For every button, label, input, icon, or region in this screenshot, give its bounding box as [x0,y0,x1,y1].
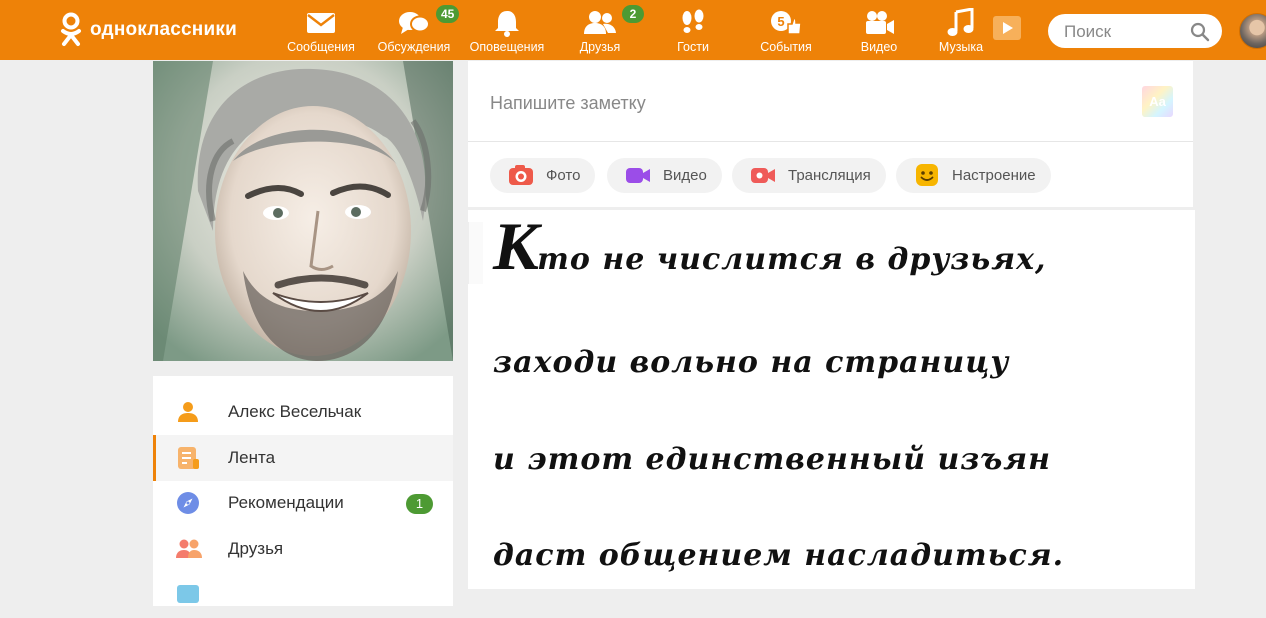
play-video-icon[interactable] [990,13,1024,43]
site-logo[interactable]: одноклассники [60,12,237,48]
nav-events[interactable]: 5 События [740,0,832,60]
speech-bubbles-icon [397,8,431,38]
nav-messages-label: Сообщения [287,40,355,54]
font-style-button[interactable]: Aa [1142,86,1173,117]
search-icon[interactable] [1190,22,1210,42]
nav-notifications-label: Оповещения [469,40,545,54]
nav-discussions-label: Обсуждения [377,40,451,54]
stream-button-label: Трансляция [788,167,871,184]
composer-divider [468,141,1193,142]
drop-cap: К [493,210,539,284]
note-input[interactable] [488,87,1092,119]
film-camera-icon [862,8,896,38]
music-note-icon [944,7,978,38]
sidebar-item-label: Алекс Весельчак [228,402,362,421]
left-menu: Алекс Весельчак Лента Рекомендации 1 Дру… [153,376,453,606]
poem-line-1-text: то не числится в друзьях, [537,242,1047,277]
events-icon-badge: 5 [777,14,784,29]
site-name: одноклассники [90,19,237,40]
sidebar-item-more[interactable] [153,572,453,618]
search-box [1048,14,1222,50]
video-button[interactable]: Видео [607,158,722,193]
post-card: Кто не числится в друзьях, заходи вольно… [468,210,1195,589]
live-stream-icon [750,164,776,186]
poem-line-1: Кто не числится в друзьях, [493,212,1046,280]
ok-logo-icon [61,12,81,46]
friends-badge: 2 [622,5,644,23]
nav-friends-label: Друзья [579,40,621,54]
nav-video-label: Видео [860,40,898,54]
bell-icon [490,8,524,38]
sidebar-item-recommendations[interactable]: Рекомендации 1 [153,480,453,526]
friends-icon [176,537,202,561]
envelope-icon [304,8,338,38]
discussions-badge: 45 [436,5,460,23]
user-avatar[interactable] [1239,13,1266,49]
video-camera-icon [625,164,651,186]
poem-line-3: и этот единственный изъян [493,442,1052,477]
footprints-icon [676,8,710,38]
search-input[interactable] [1062,14,1186,50]
camera-icon [508,164,534,186]
sidebar-item-label: Лента [228,448,276,467]
compass-icon [176,491,200,515]
note-composer: Aa Фото Видео Трансляция Настроение [468,61,1193,207]
events-icon: 5 [769,8,803,38]
poem-line-2: заходи вольно на страницу [493,345,1010,380]
top-bar: одноклассники Сообщения Обсуждения 45 Оп… [0,0,1266,60]
nav-messages[interactable]: Сообщения [275,0,367,60]
profile-photo-image [153,61,453,361]
sidebar-item-profile[interactable]: Алекс Весельчак [153,389,453,435]
smiley-icon [914,164,940,186]
photo-button-label: Фото [546,167,581,184]
friends-icon [583,8,617,38]
nav-notifications[interactable]: Оповещения [461,0,553,60]
nav-guests-label: Гости [677,40,709,54]
mood-button-label: Настроение [952,167,1036,184]
user-icon [176,400,200,424]
nav-events-label: События [760,40,812,54]
sidebar-item-feed[interactable]: Лента [153,435,453,481]
photo-button[interactable]: Фото [490,158,595,193]
post-edge [468,222,483,284]
feed-icon [176,446,200,470]
sidebar-item-label: Рекомендации [228,493,344,512]
mood-button[interactable]: Настроение [896,158,1051,193]
sidebar-item-friends[interactable]: Друзья [153,526,453,572]
video-button-label: Видео [663,167,707,184]
nav-guests[interactable]: Гости [647,0,739,60]
sidebar-item-label: Друзья [228,539,284,558]
recommendations-badge: 1 [406,494,433,514]
profile-photo[interactable] [153,61,453,361]
nav-video[interactable]: Видео [833,0,925,60]
groups-icon [176,583,200,607]
poem-line-4: даст общением насладиться. [493,538,1065,573]
stream-button[interactable]: Трансляция [732,158,886,193]
